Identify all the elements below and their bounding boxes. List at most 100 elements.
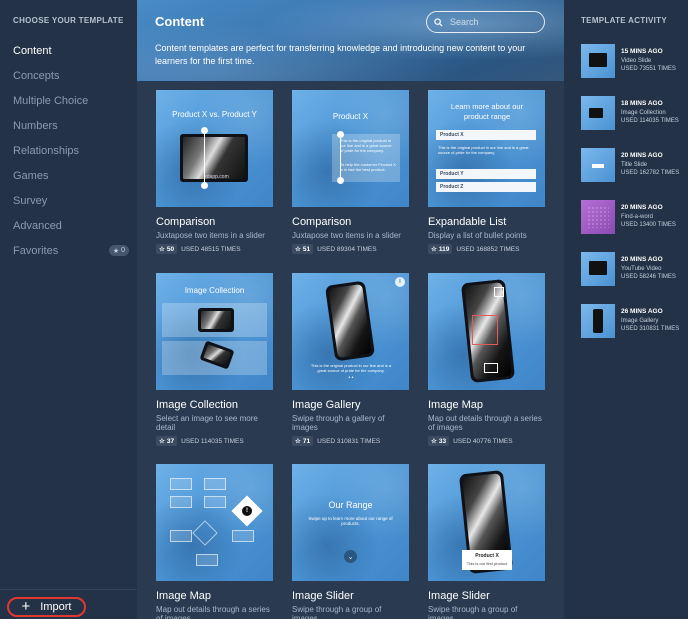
favorite-button[interactable]: ☆ 71 [292,436,314,446]
category-label: Survey [13,194,48,207]
template-card-image-map[interactable]: Image Map Map out details through a seri… [428,273,545,446]
template-card-image-slider[interactable]: Our Range Swipe up to learn more about o… [292,464,409,619]
category-favorites[interactable]: Favorites ★ 0 [13,238,129,263]
category-label: Content [13,44,52,57]
search-icon [434,17,443,27]
search-box[interactable] [426,11,545,33]
template-category-sidebar: CHOOSE YOUR TEMPLATE Content Concepts Mu… [0,0,137,619]
category-label: Concepts [13,69,60,82]
star-count: 71 [302,437,311,445]
category-content[interactable]: Content [13,38,129,63]
activity-item[interactable]: 20 MINS AGO Title Slide USED 162782 TIME… [581,148,686,184]
category-label: Games [13,169,49,182]
favorite-button[interactable]: ☆ 37 [156,436,178,446]
category-numbers[interactable]: Numbers [13,113,129,138]
favorite-button[interactable]: ☆ 33 [428,436,450,446]
template-stats: ☆ 50 USED 48515 TIMES [156,244,273,254]
template-description: Juxtapose two items in a slider [292,231,401,240]
usage-count: USED 114035 TIMES [181,437,244,445]
hotspot-icon: ! [242,506,252,516]
category-survey[interactable]: Survey [13,188,129,213]
template-thumbnail: i This is the original product in our li… [292,273,409,390]
pagination-dots-icon: • • [348,375,354,381]
list-row: Product Z [436,182,536,192]
thumbnail-title: Product X vs. Product Y [172,110,257,119]
category-header: Content Content templates are perfect fo… [137,0,564,81]
slider-divider [204,130,205,186]
category-list: Content Concepts Multiple Choice Numbers… [13,38,129,263]
category-description: Content templates are perfect for transf… [155,43,526,66]
template-card-comparison[interactable]: Product X This is the original product i… [292,90,409,254]
template-thumbnail: ! [156,464,273,581]
template-name: Image Map [156,590,212,602]
category-label: Relationships [13,144,80,157]
template-description: Map out details through a series of imag… [156,605,270,619]
star-icon: ☆ [159,246,165,253]
activity-item[interactable]: 15 MINS AGO Video Slide USED 73551 TIMES [581,44,686,80]
template-thumbnail: Our Range Swipe up to learn more about o… [292,464,409,581]
list-row: Product Y [436,169,536,179]
template-name: Image Slider [292,590,354,602]
flow-box [232,530,254,542]
thumbnail-text: This is the original product in our line… [438,145,529,155]
activity-item[interactable]: 20 MINS AGO Find-a-word USED 13400 TIMES [581,200,686,236]
favorite-button[interactable]: ☆ 51 [292,244,314,254]
category-label: Numbers [13,119,58,132]
info-icon[interactable]: i [395,277,405,287]
flow-box [170,530,192,542]
template-card-image-gallery[interactable]: i This is the original product in our li… [292,273,409,446]
favorites-count: 0 [121,247,125,254]
activity-item[interactable]: 26 MINS AGO Image Gallery USED 310831 TI… [581,304,686,340]
template-card-image-map[interactable]: ! Image Map Map out details through a se… [156,464,273,619]
hotspot-marker [472,315,498,345]
plus-icon: + [21,597,31,615]
list-row: Product X [436,130,536,140]
activity-thumbnail [581,148,615,182]
favorite-button[interactable]: ☆ 119 [428,244,453,254]
template-card-comparison[interactable]: Product X vs. Product Y edapp.com Compar… [156,90,273,254]
activity-template-type: Find-a-word [621,214,654,220]
template-stats: ☆ 37 USED 114035 TIMES [156,436,273,446]
thumbnail-title: Product X [332,112,369,121]
laptop-image [198,308,234,332]
template-name: Expandable List [428,216,507,228]
import-label: Import [40,601,72,613]
thumbnail-title: Learn more about our product range [450,102,524,121]
activity-usage-count: USED 73551 TIMES [621,66,676,72]
category-games[interactable]: Games [13,163,129,188]
template-description: Swipe through a gallery of images [292,414,385,432]
favorite-button[interactable]: ☆ 50 [156,244,178,254]
template-stats: ☆ 119 USED 168852 TIMES [428,244,545,254]
template-card-image-slider[interactable]: Product X This is our first product Imag… [428,464,545,619]
image-preview-icon [589,108,603,118]
flow-box [196,554,218,566]
template-thumbnail: Product X This is the original product i… [292,90,409,207]
activity-item[interactable]: 18 MINS AGO Image Collection USED 114035… [581,96,686,132]
import-button[interactable]: + Import [7,597,86,617]
template-name: Image Map [428,399,484,411]
category-advanced[interactable]: Advanced [13,213,129,238]
template-card-expandable-list[interactable]: Learn more about our product range Produ… [428,90,545,254]
activity-thumbnail [581,304,615,338]
template-description: Display a list of bullet points [428,231,527,240]
video-preview-icon [589,53,607,67]
template-thumbnail: Product X vs. Product Y edapp.com [156,90,273,207]
thumbnail-title: Our Range [328,500,373,510]
category-multiple-choice[interactable]: Multiple Choice [13,88,129,113]
activity-heading: TEMPLATE ACTIVITY [581,16,667,25]
activity-thumbnail [581,200,615,234]
template-activity-panel: TEMPLATE ACTIVITY 15 MINS AGO Video Slid… [564,0,688,619]
category-concepts[interactable]: Concepts [13,63,129,88]
phone-image [324,280,376,362]
chevron-down-icon: ⌄ [344,550,357,563]
activity-usage-count: USED 13400 TIMES [621,222,676,228]
star-count: 33 [438,437,447,445]
activity-time: 18 MINS AGO [621,100,663,107]
template-card-image-collection[interactable]: Image Collection Image Collection Select… [156,273,273,446]
star-icon: ☆ [431,246,437,253]
activity-item[interactable]: 20 MINS AGO YouTube Video USED 58246 TIM… [581,252,686,288]
category-relationships[interactable]: Relationships [13,138,129,163]
caption-title: Product X [475,553,499,559]
search-input[interactable] [450,17,530,27]
slider-handle [201,127,208,134]
